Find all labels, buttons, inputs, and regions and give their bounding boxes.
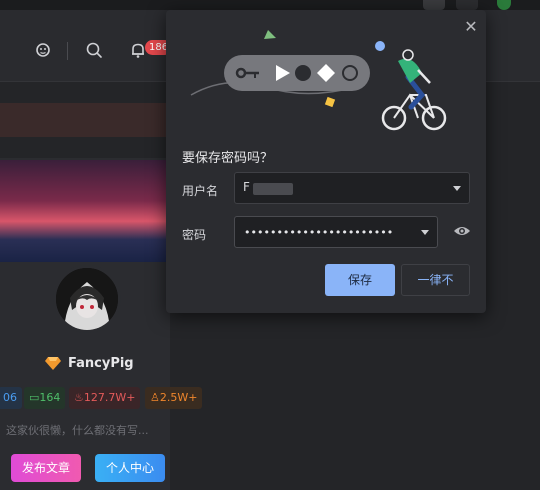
browser-extension-button[interactable] (423, 0, 445, 10)
profile-cover-image (0, 160, 170, 262)
browser-toolbar (0, 0, 540, 10)
publish-article-button[interactable]: 发布文章 (11, 454, 81, 482)
search-icon[interactable] (84, 40, 104, 60)
profile-bio: 这家伙很懒，什么都没有写... (6, 424, 149, 437)
username-value: F (243, 180, 250, 194)
eye-icon[interactable] (453, 224, 471, 238)
fire-icon: ♨ (74, 391, 84, 404)
dialog-title: 要保存密码吗？ (182, 151, 274, 166)
chevron-down-icon (453, 186, 461, 191)
header-divider (67, 42, 68, 60)
thumbs-up-icon: ♙ (150, 391, 160, 404)
personal-center-button[interactable]: 个人中心 (95, 454, 165, 482)
robot-icon[interactable] (33, 40, 53, 60)
stat-value: 06 (3, 391, 17, 404)
comment-icon: ▭ (29, 391, 40, 404)
chevron-down-icon (421, 230, 429, 235)
stat-value: 2.5W+ (159, 391, 198, 404)
save-button[interactable]: 保存 (325, 264, 395, 296)
close-icon[interactable]: ✕ (462, 18, 480, 36)
page: 186 FancyPig 06 ▭164 ♨127.7W+ ♙2.5W+ 这家伙… (0, 0, 540, 490)
password-select[interactable]: ••••••••••••••••••••••• (234, 216, 438, 248)
diamond-badge-icon (45, 357, 61, 370)
stat-comments[interactable]: ▭164 (24, 387, 66, 409)
stat-value: 127.7W+ (83, 391, 136, 404)
username-redaction (253, 183, 293, 195)
stat-likes[interactable]: ♙2.5W+ (145, 387, 203, 409)
stat-value: 164 (39, 391, 61, 404)
profile-avatar-icon[interactable] (497, 0, 511, 10)
password-illustration (190, 30, 447, 131)
save-password-dialog: ✕ 要保存密码吗？ 用户名 F 密码 •••••••••••••••••••••… (166, 10, 486, 313)
profile-username[interactable]: FancyPig (68, 356, 134, 371)
username-label: 用户名 (182, 184, 219, 198)
username-select[interactable]: F (234, 172, 470, 204)
password-label: 密码 (182, 228, 207, 242)
password-value: ••••••••••••••••••••••• (244, 226, 394, 239)
stat-views[interactable]: ♨127.7W+ (69, 387, 141, 409)
stat-articles[interactable]: 06 (0, 387, 22, 409)
avatar[interactable] (53, 265, 121, 333)
announcement-banner (0, 103, 170, 137)
bookmark-star-icon[interactable] (456, 0, 478, 10)
never-button[interactable]: 一律不 (401, 264, 470, 296)
